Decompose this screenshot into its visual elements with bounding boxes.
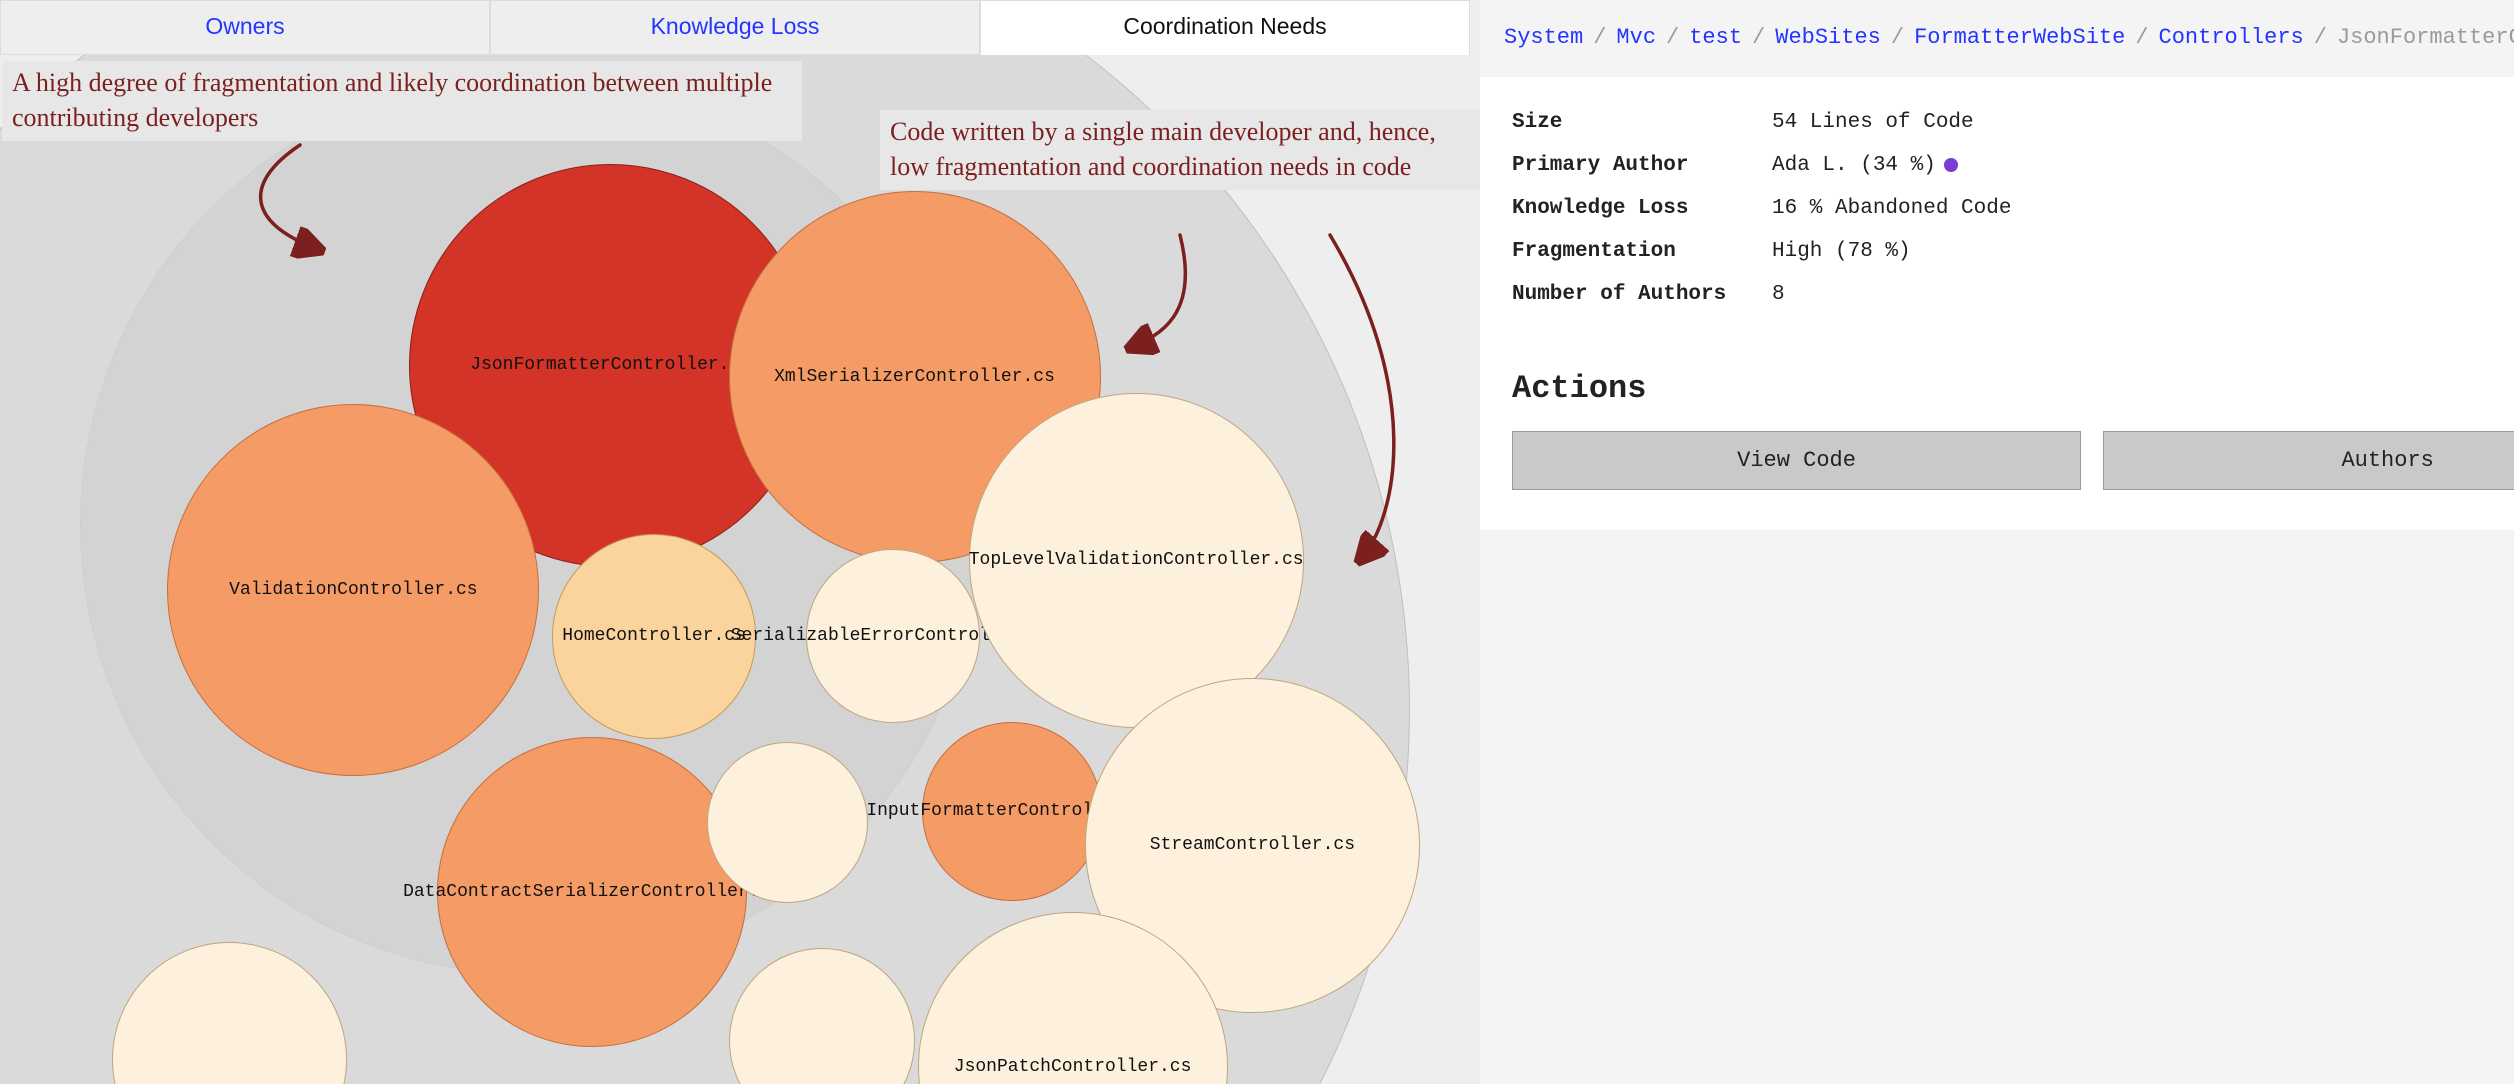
breadcrumb-item[interactable]: Controllers xyxy=(2159,25,2304,50)
breadcrumb: System/Mvc/test/WebSites/FormatterWebSit… xyxy=(1480,0,2514,77)
breadcrumb-separator: / xyxy=(1881,25,1914,50)
bubble-label: JsonPatchController.cs xyxy=(954,1057,1192,1077)
breadcrumb-separator: / xyxy=(2125,25,2158,50)
actions-row: View Code Authors xyxy=(1480,415,2514,530)
bubble-anon[interactable] xyxy=(707,742,868,903)
breadcrumb-item[interactable]: Mvc xyxy=(1616,25,1656,50)
breadcrumb-item: JsonFormatterController.cs xyxy=(2337,25,2514,50)
bubble-label: StreamController.cs xyxy=(1150,835,1355,855)
breadcrumb-item[interactable]: System xyxy=(1504,25,1583,50)
tab-coordination-needs[interactable]: Coordination Needs xyxy=(980,0,1470,55)
view-code-button[interactable]: View Code xyxy=(1512,431,2081,490)
left-pane: Owners Knowledge Loss Coordination Needs… xyxy=(0,0,1480,1084)
author-color-dot xyxy=(1944,158,1958,172)
breadcrumb-item[interactable]: test xyxy=(1689,25,1742,50)
metadata-list: Size 54 Lines of Code Primary Author Ada… xyxy=(1480,77,2514,342)
meta-kl-value: 16 % Abandoned Code xyxy=(1772,197,2514,220)
meta-author-value: Ada L. (34 %) xyxy=(1772,154,2514,177)
details-pane: System/Mvc/test/WebSites/FormatterWebSit… xyxy=(1480,0,2514,1084)
meta-frag-value: High (78 %) xyxy=(1772,240,2514,263)
bubble-label: DataContractSerializerController.cs xyxy=(403,882,781,902)
tab-owners[interactable]: Owners xyxy=(0,0,490,55)
bubble-DataContractSerializerController.cs[interactable]: DataContractSerializerController.cs xyxy=(437,737,747,1047)
breadcrumb-separator: / xyxy=(1583,25,1616,50)
meta-num-authors: Number of Authors 8 xyxy=(1512,273,2514,316)
actions-heading: Actions xyxy=(1480,342,2514,415)
breadcrumb-item[interactable]: FormatterWebSite xyxy=(1914,25,2125,50)
meta-primary-author: Primary Author Ada L. (34 %) xyxy=(1512,144,2514,187)
meta-size-value: 54 Lines of Code xyxy=(1772,111,2514,134)
breadcrumb-separator: / xyxy=(2304,25,2337,50)
meta-size-label: Size xyxy=(1512,111,1772,134)
meta-kl-label: Knowledge Loss xyxy=(1512,197,1772,220)
meta-knowledge-loss: Knowledge Loss 16 % Abandoned Code xyxy=(1512,187,2514,230)
meta-size: Size 54 Lines of Code xyxy=(1512,101,2514,144)
visualization-canvas[interactable]: JsonFormatterController.csXmlSerializerC… xyxy=(0,55,1480,1084)
meta-authors-value: 8 xyxy=(1772,283,2514,306)
breadcrumb-item[interactable]: WebSites xyxy=(1775,25,1881,50)
meta-frag-label: Fragmentation xyxy=(1512,240,1772,263)
arrow-to-high-bubble xyxy=(0,55,1480,755)
tab-knowledge-loss[interactable]: Knowledge Loss xyxy=(490,0,980,55)
tabs-row: Owners Knowledge Loss Coordination Needs xyxy=(0,0,1480,55)
meta-fragmentation: Fragmentation High (78 %) xyxy=(1512,230,2514,273)
authors-button[interactable]: Authors xyxy=(2103,431,2514,490)
breadcrumb-separator: / xyxy=(1656,25,1689,50)
meta-author-label: Primary Author xyxy=(1512,154,1772,177)
meta-authors-label: Number of Authors xyxy=(1512,283,1772,306)
breadcrumb-separator: / xyxy=(1742,25,1775,50)
